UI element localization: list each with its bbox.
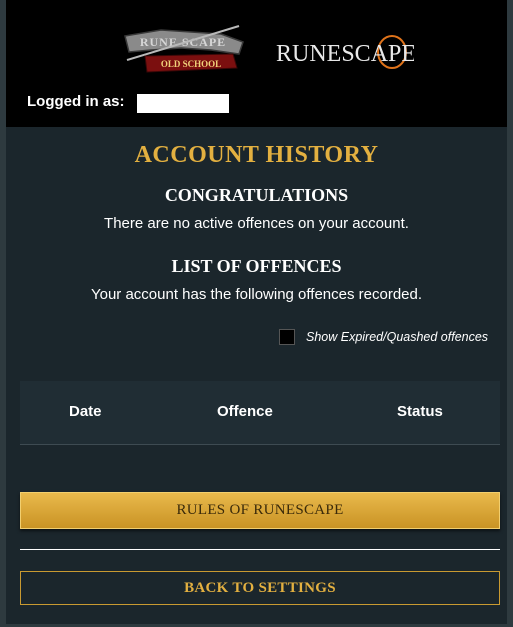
old-school-runescape-logo[interactable]: RUNE SCAPE OLD SCHOOL [121,22,251,77]
column-header-date: Date [69,403,102,420]
svg-text:RUNESCAPE: RUNESCAPE [276,41,414,67]
site-header: RUNE SCAPE OLD SCHOOL RUNESCAPE Logged i… [6,0,507,127]
page-title: ACCOUNT HISTORY [134,142,379,168]
show-expired-label[interactable]: Show Expired/Quashed offences [306,330,488,344]
list-of-offences-heading: LIST OF OFFENCES [171,256,342,276]
no-active-offences-message: There are no active offences on your acc… [104,215,409,232]
back-to-settings-button[interactable]: BACK TO SETTINGS [20,571,500,605]
rules-of-runescape-button[interactable]: RULES OF RUNESCAPE [20,492,500,529]
show-expired-toggle[interactable]: Show Expired/Quashed offences [279,328,488,346]
logged-in-label: Logged in as: [27,93,125,110]
congratulations-heading: CONGRATULATIONS [164,185,349,205]
column-header-offence: Offence [217,403,273,420]
logged-in-username [137,94,229,113]
offences-recorded-message: Your account has the following offences … [90,286,423,303]
show-expired-checkbox[interactable] [279,329,295,345]
offences-table: Date Offence Status [20,381,500,445]
svg-text:OLD SCHOOL: OLD SCHOOL [161,59,221,69]
runescape-logo[interactable]: RUNESCAPE [274,30,414,74]
divider [20,549,500,550]
column-header-status: Status [397,403,443,420]
